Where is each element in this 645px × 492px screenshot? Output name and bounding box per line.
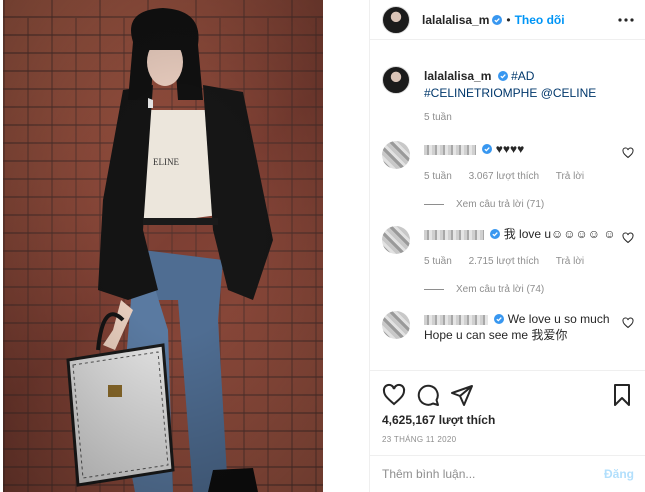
caption-username[interactable]: lalalalisa_m xyxy=(424,69,491,83)
view-replies-button[interactable]: Xem câu trả lời (74) xyxy=(424,284,645,295)
comments-list[interactable]: lalalalisa_m #AD #CELINETRIOMPHE @CELINE… xyxy=(370,40,645,370)
add-comment-bar: Đăng xyxy=(370,455,645,492)
caption-time: 5 tuần xyxy=(424,112,452,123)
post-header: lalalalisa_m • Theo dõi xyxy=(370,0,645,40)
post-media-pane: ELINE xyxy=(0,0,369,492)
post-photo[interactable]: ELINE xyxy=(3,0,323,492)
caption-avatar[interactable] xyxy=(382,66,410,94)
comment-body: We love u so much Hope u can see me 我爱你 xyxy=(424,311,624,343)
post-date: 23 THÁNG 11 2020 xyxy=(382,435,457,444)
replies-line xyxy=(424,289,444,290)
reply-button[interactable]: Trả lời xyxy=(556,256,584,267)
view-replies-button[interactable]: Xem câu trả lời (71) xyxy=(424,199,645,210)
commenter-name-blurred[interactable] xyxy=(424,144,476,155)
post-comment-button[interactable]: Đăng xyxy=(604,467,634,481)
like-count[interactable]: 4,625,167 lượt thích xyxy=(382,413,495,427)
comment-item: ♥♥♥♥ 5 tuần 3.067 lượt thích Trả lời xyxy=(370,141,645,185)
reply-button[interactable]: Trả lời xyxy=(556,171,584,182)
post-caption: lalalalisa_m #AD #CELINETRIOMPHE @CELINE xyxy=(370,40,645,102)
verified-icon xyxy=(492,14,503,25)
post-detail-pane: lalalalisa_m • Theo dõi lalalalisa_m #AD… xyxy=(369,0,645,492)
comment-icon[interactable] xyxy=(416,383,440,407)
verified-icon xyxy=(494,314,505,324)
heart-icon[interactable] xyxy=(622,147,634,159)
comment-time: 5 tuần xyxy=(424,256,452,267)
commenter-avatar-blurred[interactable] xyxy=(382,141,410,169)
commenter-avatar-blurred[interactable] xyxy=(382,311,410,339)
replies-line xyxy=(424,204,444,205)
caption-text: lalalalisa_m #AD #CELINETRIOMPHE @CELINE xyxy=(424,68,634,102)
commenter-name-blurred[interactable] xyxy=(424,314,488,325)
post-actions: 4,625,167 lượt thích 23 THÁNG 11 2020 xyxy=(370,370,645,450)
heart-icon[interactable] xyxy=(622,232,634,244)
share-icon[interactable] xyxy=(450,383,474,407)
commenter-avatar-blurred[interactable] xyxy=(382,226,410,254)
photo-vignette xyxy=(3,0,323,492)
comment-item: We love u so much Hope u can see me 我爱你 xyxy=(370,311,645,343)
verified-icon xyxy=(497,71,508,81)
comment-time: 5 tuần xyxy=(424,171,452,182)
author-avatar[interactable] xyxy=(382,5,410,34)
comment-item: 我 love u☺☺☺☺ ☺ 5 tuần 2.715 lượt thích T… xyxy=(370,226,645,270)
comment-likes[interactable]: 2.715 lượt thích xyxy=(469,256,540,267)
caption-mention[interactable]: @CELINE xyxy=(541,86,597,100)
separator-dot: • xyxy=(506,12,511,27)
follow-button[interactable]: Theo dõi xyxy=(515,13,565,27)
commenter-name-blurred[interactable] xyxy=(424,229,484,240)
heart-icon[interactable] xyxy=(382,383,406,407)
comment-text: 我 love u☺☺☺☺ ☺ xyxy=(503,227,616,241)
comment-body: ♥♥♥♥ 5 tuần 3.067 lượt thích Trả lời xyxy=(424,141,624,185)
comment-likes[interactable]: 3.067 lượt thích xyxy=(469,171,540,182)
comment-text: ♥♥♥♥ xyxy=(495,142,525,156)
view-replies-label[interactable]: Xem câu trả lời (71) xyxy=(456,199,544,210)
more-icon[interactable] xyxy=(617,11,635,29)
comment-meta: 5 tuần 3.067 lượt thích Trả lời xyxy=(424,169,624,185)
comment-meta: 5 tuần 2.715 lượt thích Trả lời xyxy=(424,254,624,270)
comment-input[interactable] xyxy=(382,467,604,481)
verified-icon xyxy=(482,144,493,154)
heart-icon[interactable] xyxy=(622,317,634,329)
comment-body: 我 love u☺☺☺☺ ☺ 5 tuần 2.715 lượt thích T… xyxy=(424,226,624,270)
bookmark-icon[interactable] xyxy=(610,383,634,407)
author-username[interactable]: lalalalisa_m xyxy=(422,13,489,27)
view-replies-label[interactable]: Xem câu trả lời (74) xyxy=(456,284,544,295)
verified-icon xyxy=(490,229,501,239)
